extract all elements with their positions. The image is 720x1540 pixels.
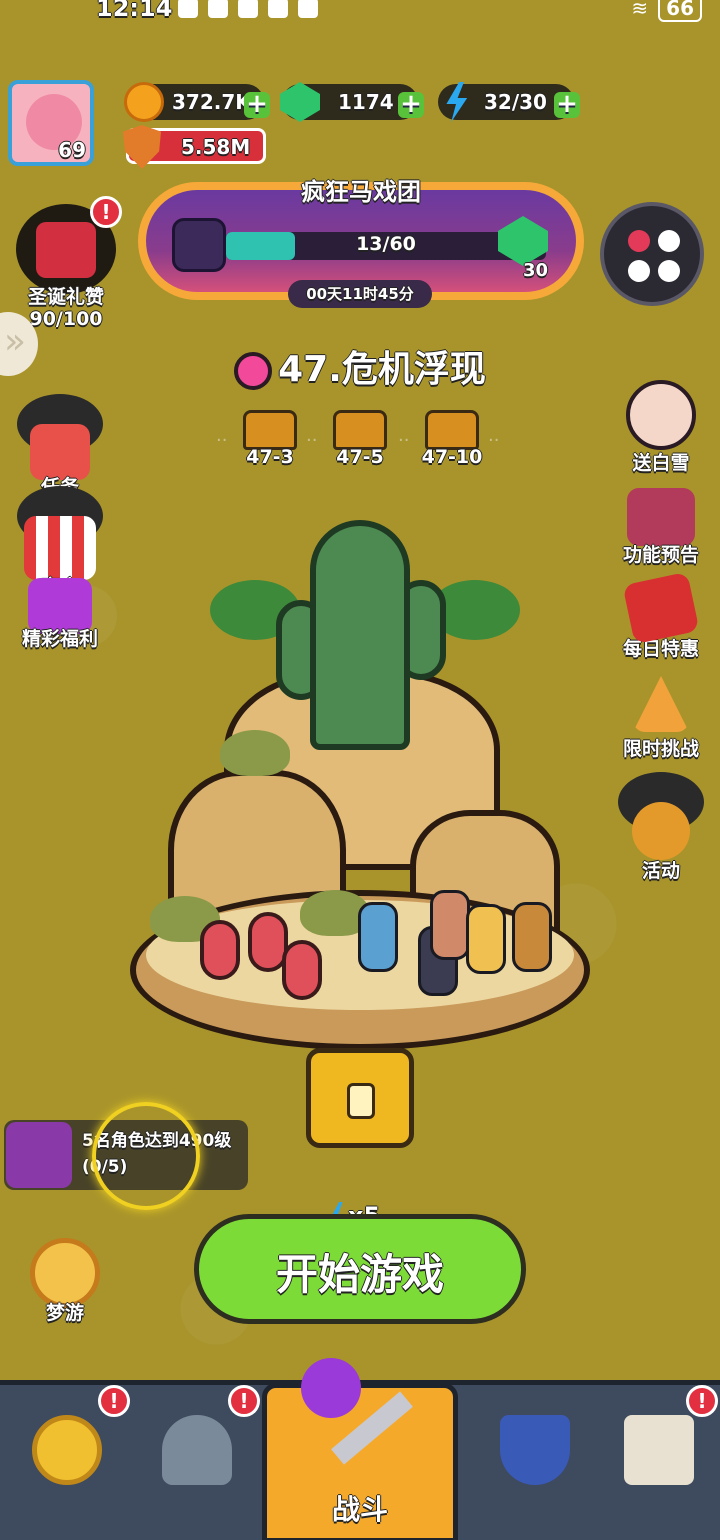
stage-chest-1[interactable]: 47-3 <box>238 410 302 468</box>
ticket-icon <box>172 218 226 272</box>
idle-reward-chest[interactable] <box>306 1048 414 1148</box>
nav-heroes[interactable]: ! <box>142 1385 260 1515</box>
nav-sun[interactable]: ! <box>12 1385 130 1515</box>
hero-character <box>512 902 552 972</box>
dot-icon <box>628 260 650 282</box>
chest-icon <box>333 410 387 450</box>
helmet-icon <box>162 1415 232 1485</box>
daily-deal-button[interactable]: 每日特惠 <box>606 571 716 661</box>
magic-orb-icon <box>301 1358 361 1418</box>
activity-label: 活动 <box>641 860 680 882</box>
stage-chest-3[interactable]: 47-10 <box>420 410 484 468</box>
chest-icon <box>425 410 479 450</box>
energy-counter: 32/30 + <box>438 82 580 122</box>
app-icon <box>298 0 318 18</box>
energy-amount: 32/30 <box>484 90 547 114</box>
add-coins-button[interactable]: + <box>244 91 270 118</box>
alert-badge: ! <box>686 1385 718 1417</box>
status-bar: 12:14 ≋ 66 <box>0 0 720 26</box>
start-game-label: 开始游戏 <box>275 1250 444 1299</box>
feature-preview-label: 功能预告 <box>622 544 699 566</box>
horn-icon <box>632 802 690 860</box>
wifi-icon: ≋ <box>631 0 649 20</box>
keyhole-icon <box>347 1083 375 1119</box>
worm-enemy <box>200 920 240 980</box>
gem-amount: 1174 <box>338 90 394 114</box>
benefits-button[interactable]: 精彩福利 <box>10 578 110 651</box>
limited-challenge-label: 限时挑战 <box>622 738 699 760</box>
dot-icon <box>658 230 680 252</box>
add-gems-button[interactable]: + <box>398 91 424 118</box>
sun-icon <box>32 1415 102 1485</box>
energy-icon <box>446 82 468 122</box>
alert-badge: ! <box>228 1385 260 1417</box>
app-icon <box>178 0 198 18</box>
book-icon <box>627 488 695 546</box>
snow-white-button[interactable]: 送白雪 <box>606 380 716 475</box>
alert-badge: ! <box>90 196 122 228</box>
snow-white-label: 送白雪 <box>632 452 690 474</box>
feature-preview-button[interactable]: 功能预告 <box>606 488 716 567</box>
notification-icons <box>178 0 318 18</box>
nav-battle-label: 战斗 <box>331 1493 388 1526</box>
dream-button[interactable]: 梦游 <box>20 1238 110 1325</box>
add-energy-button[interactable]: + <box>554 91 580 118</box>
hero-character <box>358 902 398 972</box>
tutorial-highlight-ring <box>92 1102 200 1210</box>
bottom-nav: ! ! 战斗 ! <box>0 1358 720 1540</box>
house-icon <box>624 1415 694 1485</box>
app-icon <box>208 0 228 18</box>
nav-home[interactable]: ! <box>604 1385 718 1515</box>
hero-character <box>466 904 506 974</box>
event-timer: 00天11时45分 <box>288 280 432 308</box>
shield-icon <box>123 125 161 169</box>
coin-amount: 372.7K <box>172 90 251 114</box>
limited-challenge-button[interactable]: 限时挑战 <box>606 676 716 761</box>
stocking-icon <box>36 222 96 278</box>
alert-badge: ! <box>98 1385 130 1417</box>
nav-guild[interactable] <box>480 1405 590 1515</box>
worm-enemy <box>282 940 322 1000</box>
dot-icon <box>658 260 680 282</box>
stage-title: 47.危机浮现 <box>0 340 720 392</box>
party-popper-icon <box>633 676 689 732</box>
system-icons: ≋ 66 <box>631 0 702 22</box>
dream-label: 梦游 <box>45 1302 84 1324</box>
status-time: 12:14 <box>96 0 173 22</box>
cactus <box>310 520 410 750</box>
player-level: 69 <box>58 138 86 162</box>
gem-counter: 1174 + <box>280 82 424 122</box>
shop-icon <box>24 516 96 580</box>
hero-character <box>430 890 470 960</box>
search-icon <box>268 0 288 18</box>
heart-icon <box>628 230 650 252</box>
activity-button[interactable]: 活动 <box>606 772 716 883</box>
scroll-icon <box>6 1122 72 1188</box>
benefits-label: 精彩福利 <box>21 628 98 650</box>
player-avatar[interactable]: 69 <box>8 80 94 166</box>
coin-counter: 372.7K + <box>124 82 270 122</box>
chest-icon <box>243 410 297 450</box>
combat-power-value: 5.58M <box>181 135 251 159</box>
christmas-gift-button[interactable]: ! <box>16 196 122 294</box>
tasks-button[interactable]: 任务 <box>10 394 110 499</box>
coin-icon <box>124 82 164 122</box>
battery-indicator: 66 <box>658 0 702 22</box>
skull-icon <box>234 352 273 390</box>
start-game-button[interactable]: 开始游戏 <box>194 1214 526 1324</box>
stage-chest-2[interactable]: 47-5 <box>328 410 392 468</box>
event-title: 疯狂马戏团 <box>301 178 421 206</box>
nav-battle[interactable]: 战斗 <box>262 1358 458 1540</box>
app-icon <box>238 0 258 18</box>
event-reward-count: 30 <box>522 260 548 281</box>
crown-banner-icon <box>500 1415 570 1485</box>
combat-power: 5.58M <box>123 125 266 169</box>
more-menu-button[interactable] <box>600 202 704 306</box>
